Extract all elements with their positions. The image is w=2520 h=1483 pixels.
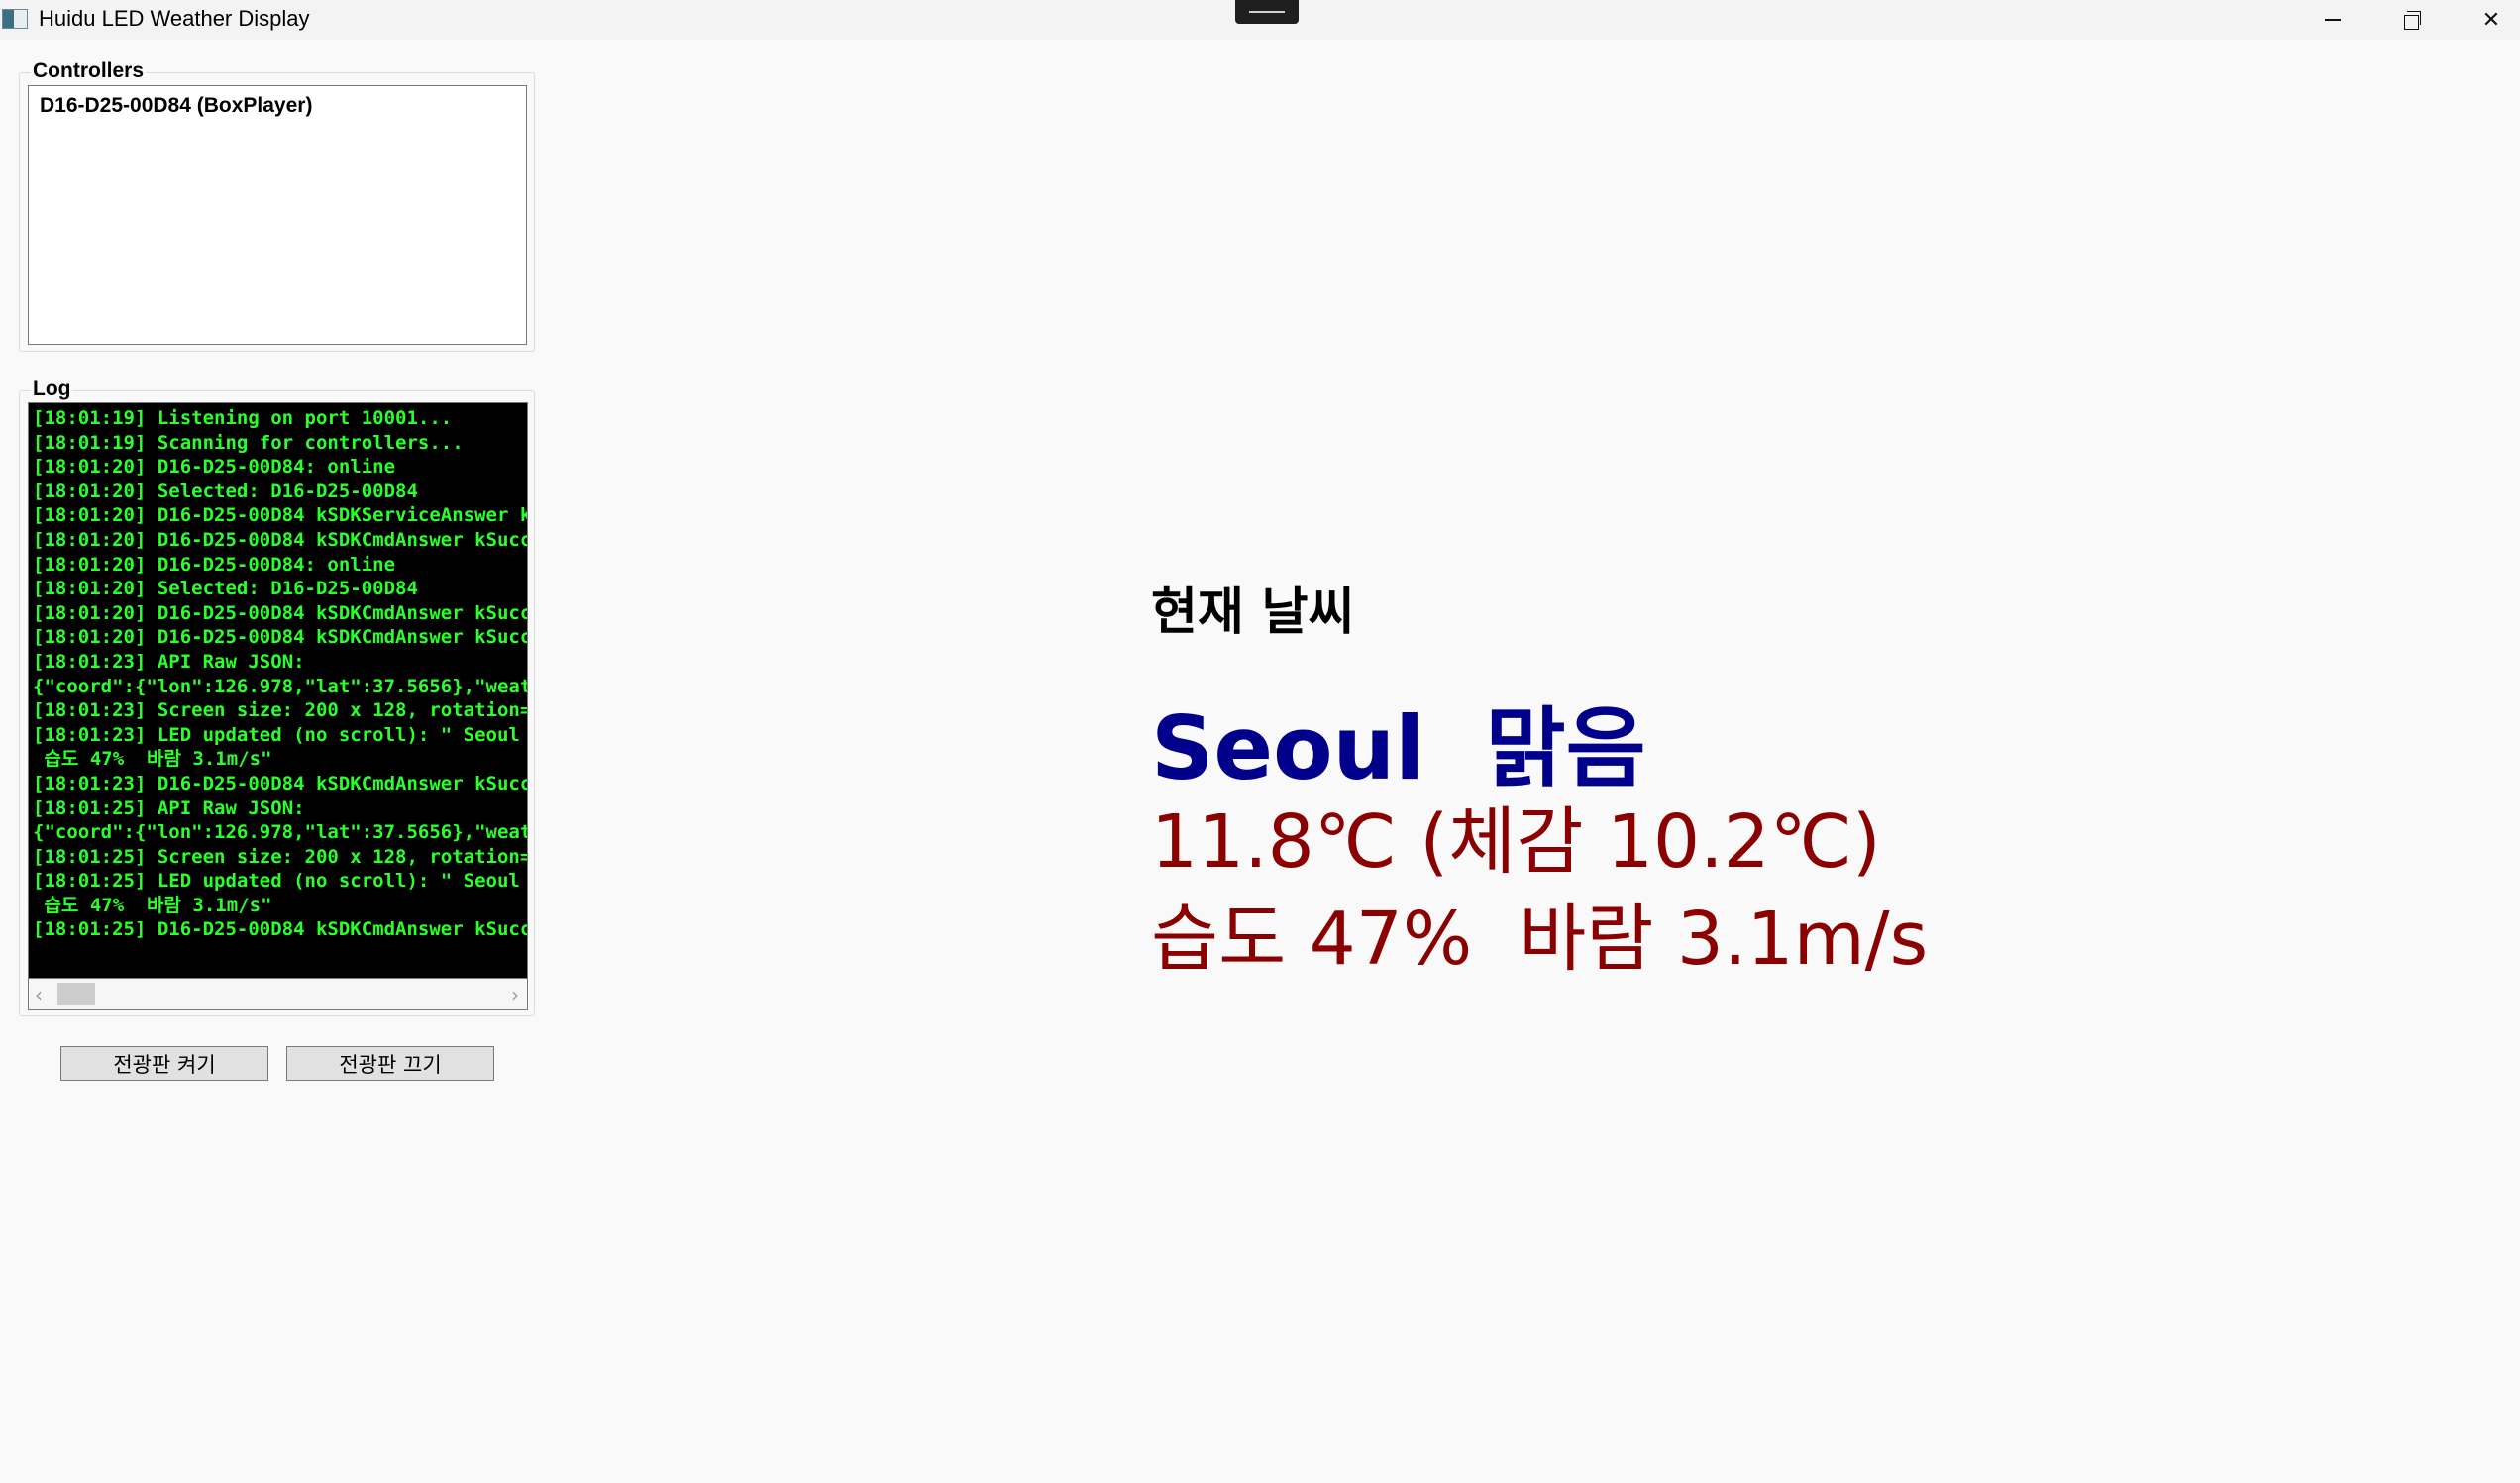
log-line: [18:01:25] Screen size: 200 x 128, rotat… — [33, 845, 528, 868]
restore-button[interactable] — [2372, 0, 2452, 40]
log-lines: [18:01:19] Listening on port 10001... [18… — [33, 406, 528, 942]
weather-heading: 현재 날씨 — [1151, 583, 1355, 642]
log-line: [18:01:19] Listening on port 10001... — [33, 407, 453, 429]
window-title: Huidu LED Weather Display — [39, 6, 310, 31]
log-line: [18:01:20] D16-D25-00D84 kSDKCmdAnswer k… — [33, 626, 528, 649]
log-line: [18:01:23] LED updated (no scroll): " Se… — [33, 723, 520, 746]
log-line: 습도 47% 바람 3.1m/s" — [33, 894, 272, 916]
close-icon: ✕ — [2481, 7, 2501, 33]
log-line: [18:01:23] D16-D25-00D84 kSDKCmdAnswer k… — [33, 772, 528, 794]
title-bar: Huidu LED Weather Display ✕ — [0, 0, 2520, 40]
log-line: {"coord":{"lon":126.978,"lat":37.5656},"… — [33, 675, 528, 697]
log-line: [18:01:23] API Raw JSON: — [33, 650, 305, 673]
log-horizontal-scrollbar[interactable]: ‹ › — [28, 979, 528, 1010]
log-line: 습도 47% 바람 3.1m/s" — [33, 748, 272, 771]
minimize-icon — [2325, 19, 2341, 21]
scroll-right-icon[interactable]: › — [511, 983, 519, 1006]
scroll-thumb[interactable] — [57, 983, 95, 1005]
log-line: {"coord":{"lon":126.978,"lat":37.5656},"… — [33, 821, 528, 844]
weather-temperature: 11.8℃ (체감 10.2℃) — [1151, 799, 1881, 885]
log-line: [18:01:20] D16-D25-00D84 kSDKCmdAnswer k… — [33, 601, 528, 624]
log-label: Log — [31, 377, 73, 401]
close-button[interactable]: ✕ — [2452, 0, 2520, 40]
scroll-left-icon[interactable]: ‹ — [35, 983, 43, 1006]
log-line: [18:01:19] Scanning for controllers... — [33, 431, 464, 454]
log-output[interactable]: [18:01:19] Listening on port 10001... [18… — [28, 402, 528, 979]
log-line: [18:01:20] D16-D25-00D84 kSDKServiceAnsw… — [33, 504, 528, 527]
controller-list[interactable]: D16-D25-00D84 (BoxPlayer) — [28, 85, 527, 345]
log-line: [18:01:20] Selected: D16-D25-00D84 — [33, 479, 418, 502]
app-icon — [2, 9, 28, 29]
minimize-button[interactable] — [2293, 0, 2372, 40]
log-line: [18:01:25] API Raw JSON: — [33, 796, 305, 819]
weather-humidity-wind: 습도 47% 바람 3.1m/s — [1151, 897, 1929, 982]
log-line: [18:01:25] LED updated (no scroll): " Se… — [33, 870, 520, 893]
log-line: [18:01:20] D16-D25-00D84: online — [33, 553, 396, 576]
controller-item[interactable]: D16-D25-00D84 (BoxPlayer) — [40, 94, 312, 118]
led-off-button[interactable]: 전광판 끄기 — [286, 1046, 494, 1081]
log-line: [18:01:25] D16-D25-00D84 kSDKCmdAnswer k… — [33, 918, 528, 941]
restore-icon — [2403, 10, 2421, 30]
log-line: [18:01:20] D16-D25-00D84: online — [33, 456, 396, 478]
log-line: [18:01:20] D16-D25-00D84 kSDKCmdAnswer k… — [33, 528, 528, 551]
snap-layout-handle[interactable] — [1235, 0, 1299, 24]
led-on-button[interactable]: 전광판 켜기 — [60, 1046, 268, 1081]
log-line: [18:01:23] Screen size: 200 x 128, rotat… — [33, 699, 528, 722]
controllers-label: Controllers — [31, 59, 147, 83]
log-line: [18:01:20] Selected: D16-D25-00D84 — [33, 578, 418, 600]
